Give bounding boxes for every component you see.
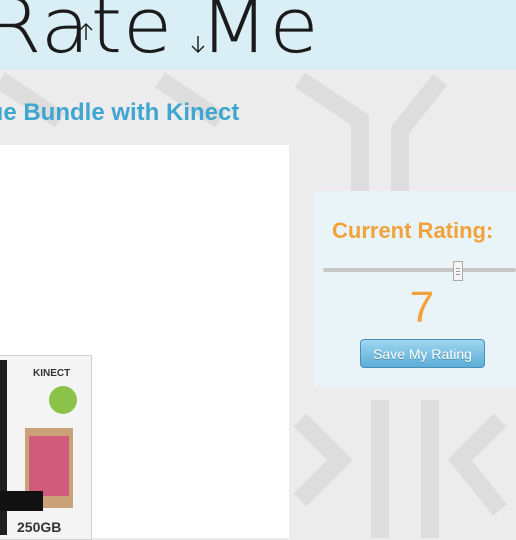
logo: Rate Me	[0, 0, 320, 70]
kinect-label: KINECT	[33, 368, 70, 379]
current-rating-heading: Current Rating:	[332, 218, 494, 243]
save-rating-button[interactable]: Save My Rating	[360, 339, 485, 368]
rating-slider-handle[interactable]	[453, 261, 463, 281]
console-bundle-graphic: KINECT 250GB	[0, 356, 91, 539]
storage-badge: 250GB	[17, 519, 61, 535]
down-arrow-icon	[191, 36, 205, 53]
rating-slider-track[interactable]	[323, 268, 516, 272]
header-banner: Rate Me	[0, 0, 516, 70]
rating-value: 7	[409, 283, 435, 332]
product-image[interactable]: KINECT 250GB	[0, 355, 92, 540]
product-title: lue Bundle with Kinect	[0, 99, 240, 126]
up-arrow-icon	[79, 23, 93, 40]
